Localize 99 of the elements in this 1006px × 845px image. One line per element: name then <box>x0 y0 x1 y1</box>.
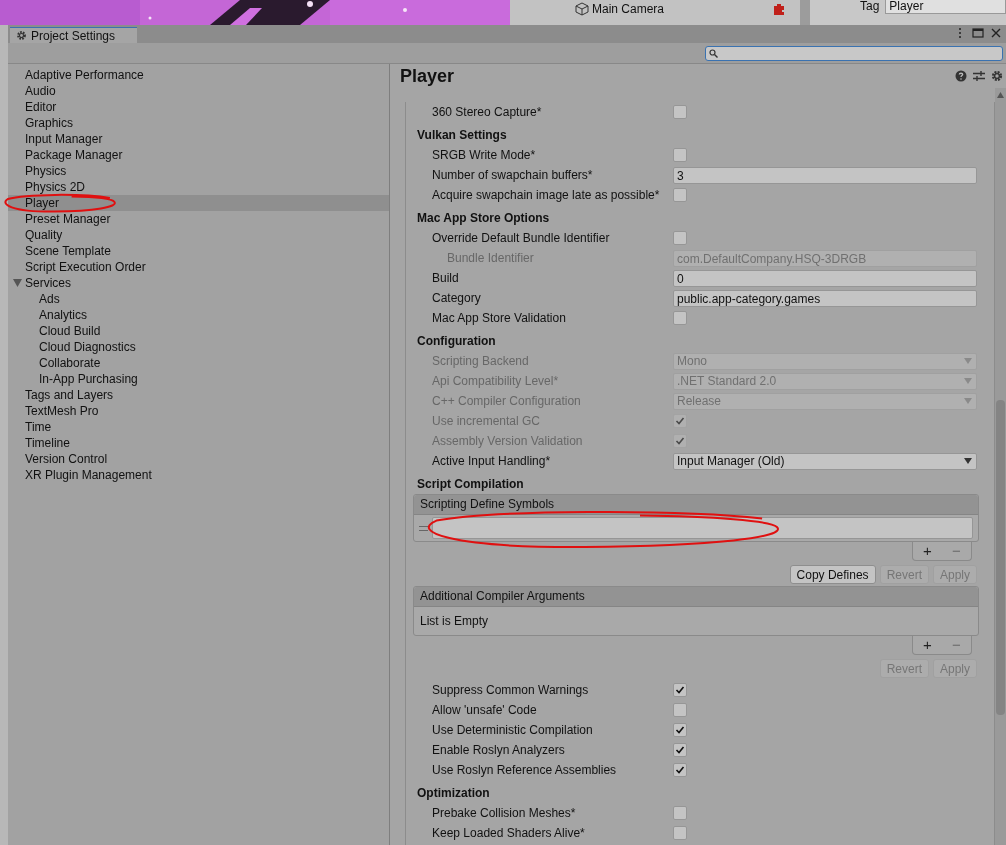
dropdown-arrow-icon <box>964 398 972 404</box>
sidebar-item[interactable]: Adaptive Performance <box>8 67 389 83</box>
sidebar-item[interactable]: Graphics <box>8 115 389 131</box>
sidebar-item[interactable]: Physics 2D <box>8 179 389 195</box>
setting-label: C++ Compiler Configuration <box>432 394 582 408</box>
puzzle-icon <box>772 2 786 16</box>
checkbox[interactable] <box>673 231 687 245</box>
text-field[interactable]: 3 <box>673 166 977 184</box>
help-icon[interactable] <box>955 70 967 82</box>
close-icon[interactable] <box>990 27 1002 39</box>
text-field[interactable] <box>432 517 973 539</box>
setting-label: Active Input Handling* <box>432 454 552 468</box>
dropdown[interactable]: Input Manager (Old) <box>673 452 977 470</box>
setting-label: Suppress Common Warnings <box>432 683 590 697</box>
checkbox[interactable] <box>673 105 687 119</box>
sidebar-item[interactable]: Version Control <box>8 451 389 467</box>
checkbox[interactable] <box>673 188 687 202</box>
sidebar-item[interactable]: Timeline <box>8 435 389 451</box>
setting-label: Api Compatibility Level* <box>432 374 560 388</box>
drag-handle-icon[interactable] <box>419 524 428 532</box>
checkbox[interactable] <box>673 763 687 777</box>
window-tab[interactable]: Project Settings <box>10 27 137 43</box>
sidebar-item[interactable]: Cloud Build <box>8 323 389 339</box>
setting-label: Mac App Store Validation <box>432 311 567 325</box>
setting-label: Use Deterministic Compilation <box>432 723 594 737</box>
checkbox[interactable] <box>673 683 687 697</box>
sidebar-item[interactable]: Preset Manager <box>8 211 389 227</box>
scrollbar[interactable] <box>800 0 810 25</box>
sliders-icon[interactable] <box>973 70 985 82</box>
sidebar-item[interactable]: Script Execution Order <box>8 259 389 275</box>
sidebar-item[interactable]: Collaborate <box>8 355 389 371</box>
sidebar-item[interactable]: Quality <box>8 227 389 243</box>
setting-label: Scripting Backend <box>432 354 530 368</box>
expand-arrow-icon[interactable] <box>13 279 22 287</box>
setting-label: Allow 'unsafe' Code <box>432 703 538 717</box>
maximize-icon[interactable] <box>972 27 984 39</box>
sidebar-item[interactable]: Audio <box>8 83 389 99</box>
text-field[interactable]: public.app-category.games <box>673 289 977 307</box>
tag-field[interactable]: Player <box>885 0 1006 14</box>
settings-icon <box>16 30 27 41</box>
dropdown-arrow-icon <box>964 458 972 464</box>
sidebar-item[interactable]: Package Manager <box>8 147 389 163</box>
checkbox[interactable] <box>673 723 687 737</box>
sidebar-item[interactable]: Time <box>8 419 389 435</box>
action-button[interactable]: Copy Defines <box>789 565 876 584</box>
section-heading: Configuration <box>416 333 497 350</box>
scrollbar[interactable] <box>995 88 1006 845</box>
dropdown-arrow-icon <box>964 358 972 364</box>
setting-label: Build <box>432 271 460 285</box>
add-button[interactable]: + <box>913 636 942 654</box>
section-heading: Vulkan Settings <box>416 127 508 144</box>
settings-icon[interactable] <box>991 70 1003 82</box>
sidebar-item[interactable]: Scene Template <box>8 243 389 259</box>
setting-label: Assembly Version Validation <box>432 434 584 448</box>
setting-label: SRGB Write Mode* <box>432 148 537 162</box>
search-icon <box>709 48 718 58</box>
setting-label: Use Roslyn Reference Assemblies <box>432 763 618 777</box>
sidebar-item[interactable]: TextMesh Pro <box>8 403 389 419</box>
empty-list-text: List is Empty <box>419 613 489 630</box>
sidebar-item[interactable]: Services <box>8 275 389 291</box>
setting-label: Override Default Bundle Identifier <box>432 231 611 245</box>
sidebar-item[interactable]: Analytics <box>8 307 389 323</box>
search-field[interactable] <box>705 45 1003 61</box>
add-button[interactable]: + <box>913 542 942 560</box>
sidebar-item[interactable]: Editor <box>8 99 389 115</box>
section-heading: Mac App Store Options <box>416 210 551 227</box>
checkbox[interactable] <box>673 311 687 325</box>
setting-label: Acquire swapchain image late as possible* <box>432 188 661 202</box>
checkbox[interactable] <box>673 826 687 840</box>
setting-label: Number of swapchain buffers* <box>432 168 594 182</box>
sidebar-item[interactable]: Cloud Diagnostics <box>8 339 389 355</box>
setting-label: Prebake Collision Meshes* <box>432 806 577 820</box>
setting-label: Bundle Identifier <box>447 251 535 265</box>
scroll-up-arrow-icon[interactable] <box>997 92 1004 98</box>
checkbox[interactable] <box>673 703 687 717</box>
sidebar-item[interactable]: Input Manager <box>8 131 389 147</box>
cube-icon <box>575 2 589 16</box>
hierarchy-item[interactable]: Main Camera <box>592 2 665 16</box>
section-heading: Optimization <box>416 785 491 802</box>
list-header: Additional Compiler Arguments <box>414 587 978 607</box>
setting-label: 360 Stereo Capture* <box>432 105 543 119</box>
setting-label: Keep Loaded Shaders Alive* <box>432 826 586 840</box>
setting-label: Category <box>432 291 482 305</box>
page-title: Player <box>400 65 456 87</box>
dropdown-arrow-icon <box>964 378 972 384</box>
tag-label: Tag <box>860 0 880 13</box>
list-header: Scripting Define Symbols <box>414 495 978 515</box>
setting-label: Use incremental GC <box>432 414 542 428</box>
sidebar-item[interactable]: Physics <box>8 163 389 179</box>
sidebar-item[interactable]: Ads <box>8 291 389 307</box>
sidebar-item[interactable]: In-App Purchasing <box>8 371 389 387</box>
sidebar-item[interactable]: Tags and Layers <box>8 387 389 403</box>
checkbox[interactable] <box>673 743 687 757</box>
checkbox[interactable] <box>673 806 687 820</box>
text-field[interactable]: 0 <box>673 269 977 287</box>
setting-label: Enable Roslyn Analyzers <box>432 743 566 757</box>
sidebar-item[interactable]: XR Plugin Management <box>8 467 389 483</box>
checkbox[interactable] <box>673 148 687 162</box>
section-heading: Script Compilation <box>416 476 525 493</box>
